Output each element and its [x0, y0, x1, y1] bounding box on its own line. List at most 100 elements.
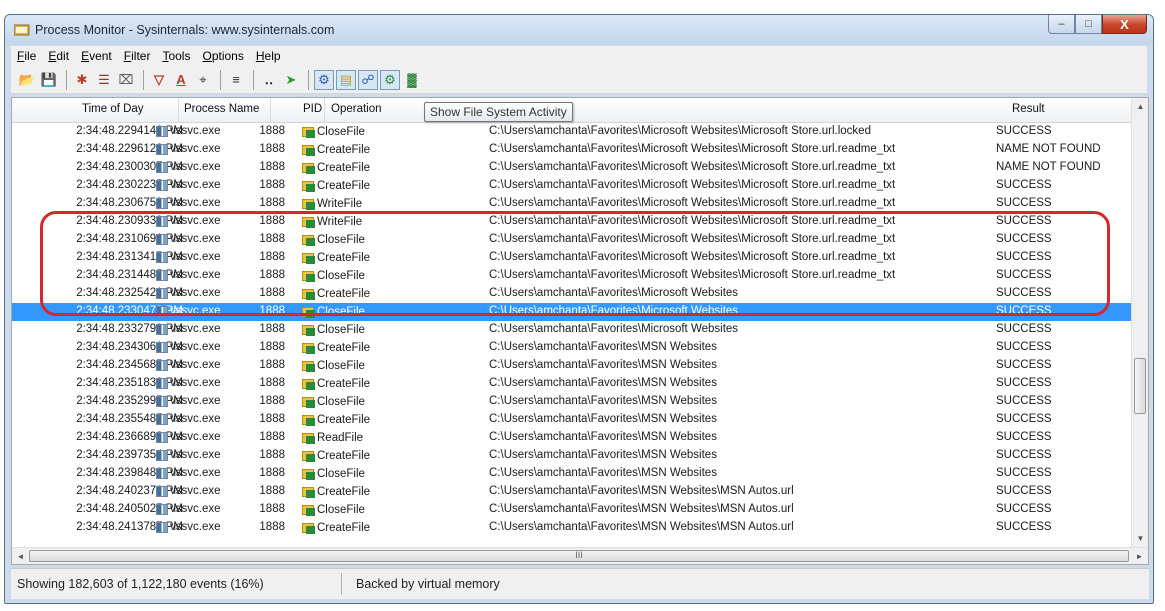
file-system-event-icon: [302, 521, 316, 535]
cell-process-name: vssvc.exe: [170, 161, 221, 173]
column-header-time[interactable]: Time of Day: [82, 103, 144, 115]
file-system-event-icon: [302, 449, 316, 463]
autoscroll-button[interactable]: ☰: [94, 70, 114, 90]
table-row[interactable]: 2:34:48.2332799 PM vssvc.exe 1888 CloseFile…: [12, 321, 1131, 339]
table-row[interactable]: 2:34:48.2300307 PM vssvc.exe 1888 CreateFil…: [12, 159, 1131, 177]
maximize-button[interactable]: □: [1075, 15, 1102, 34]
table-row[interactable]: 2:34:48.2352995 PM vssvc.exe 1888 CloseFile…: [12, 393, 1131, 411]
menu-item[interactable]: Edit: [42, 49, 75, 63]
table-row[interactable]: 2:34:48.2345685 PM vssvc.exe 1888 CloseFile…: [12, 357, 1131, 375]
scroll-up-arrow[interactable]: ▲: [1132, 98, 1148, 115]
open-button[interactable]: 📂: [17, 70, 37, 90]
save-button[interactable]: 💾: [39, 70, 59, 90]
table-row[interactable]: 2:34:48.2351833 PM vssvc.exe 1888 CreateFil…: [12, 375, 1131, 393]
column-divider[interactable]: [178, 98, 179, 122]
cell-process: vssvc.exe: [156, 215, 221, 227]
table-row[interactable]: 2:34:48.2405027 PM vssvc.exe 1888 CloseFile…: [12, 501, 1131, 519]
menu-item[interactable]: Filter: [118, 49, 157, 63]
table-row[interactable]: 2:34:48.2296120 PM vssvc.exe 1888 CreateFil…: [12, 141, 1131, 159]
cell-pid: 1888: [259, 395, 285, 407]
find-button[interactable]: ‥: [259, 70, 279, 90]
column-header-pid[interactable]: PID: [303, 103, 322, 115]
cell-path: C:\Users\amchanta\Favorites\MSN Websites: [489, 431, 717, 443]
include-process-button[interactable]: ⌖: [193, 70, 213, 90]
cell-pid: 1888: [259, 215, 285, 227]
cell-process-name: vssvc.exe: [170, 359, 221, 371]
cell-process-name: vssvc.exe: [170, 323, 221, 335]
show-profiling-events-button[interactable]: ▓: [402, 70, 422, 90]
cell-pid: 1888: [259, 485, 285, 497]
table-row[interactable]: 2:34:48.2330478 PM vssvc.exe 1888 CloseFile…: [12, 303, 1131, 321]
capture-button[interactable]: ✱: [72, 70, 92, 90]
cell-process: vssvc.exe: [156, 413, 221, 425]
menu-item[interactable]: Event: [75, 49, 118, 63]
jump-to-button[interactable]: ➤: [281, 70, 301, 90]
table-row[interactable]: 2:34:48.2302235 PM vssvc.exe 1888 CreateFil…: [12, 177, 1131, 195]
show-file-system-activity-button[interactable]: ▤: [336, 69, 356, 90]
scroll-right-arrow[interactable]: ►: [1131, 548, 1148, 564]
title-bar[interactable]: Process Monitor - Sysinternals: www.sysi…: [5, 15, 1153, 45]
up-arrow-icon: ▲: [1136, 102, 1145, 111]
cell-process: vssvc.exe: [156, 395, 221, 407]
cell-path: C:\Users\amchanta\Favorites\MSN Websites: [489, 413, 717, 425]
file-system-event-icon: [302, 359, 316, 373]
table-row[interactable]: 2:34:48.2313415 PM vssvc.exe 1888 CreateFil…: [12, 249, 1131, 267]
table-row[interactable]: 2:34:48.2397354 PM vssvc.exe 1888 CreateFil…: [12, 447, 1131, 465]
cell-operation-name: CloseFile: [317, 360, 365, 372]
cell-result: SUCCESS: [996, 467, 1052, 479]
table-row[interactable]: 2:34:48.2343061 PM vssvc.exe 1888 CreateFil…: [12, 339, 1131, 357]
horizontal-scroll-thumb[interactable]: III: [29, 550, 1129, 562]
cell-operation: CreateFile: [302, 521, 370, 535]
scroll-left-arrow[interactable]: ◄: [12, 548, 29, 564]
menu-accelerator: O: [202, 49, 212, 63]
table-row[interactable]: 2:34:48.2402376 PM vssvc.exe 1888 CreateFil…: [12, 483, 1131, 501]
table-row[interactable]: 2:34:48.2355487 PM vssvc.exe 1888 CreateFil…: [12, 411, 1131, 429]
table-row[interactable]: 2:34:48.2306759 PM vssvc.exe 1888 WriteFile…: [12, 195, 1131, 213]
file-system-event-icon: [302, 341, 316, 355]
registry-icon: ⚙: [318, 71, 330, 87]
show-network-activity-button[interactable]: ☍: [358, 69, 378, 90]
horizontal-scrollbar[interactable]: ◄ III ►: [12, 547, 1148, 564]
clear-button[interactable]: ⌧: [116, 70, 136, 90]
column-header-operation[interactable]: Operation: [331, 103, 382, 115]
cell-result: SUCCESS: [996, 395, 1052, 407]
menu-item[interactable]: Tools: [156, 49, 196, 63]
table-row[interactable]: 2:34:48.2309330 PM vssvc.exe 1888 WriteFile…: [12, 213, 1131, 231]
highlight-icon: A: [176, 72, 186, 87]
vertical-scroll-thumb[interactable]: [1134, 358, 1146, 414]
column-header-process[interactable]: Process Name: [184, 103, 259, 115]
table-row[interactable]: 2:34:48.2310691 PM vssvc.exe 1888 CloseFile…: [12, 231, 1131, 249]
column-divider[interactable]: [270, 98, 271, 122]
window-title: Process Monitor - Sysinternals: www.sysi…: [35, 23, 335, 37]
table-row[interactable]: 2:34:48.2398480 PM vssvc.exe 1888 CloseFile…: [12, 465, 1131, 483]
table-row[interactable]: 2:34:48.2294142 PM vssvc.exe 1888 CloseFile…: [12, 123, 1131, 141]
cell-process: vssvc.exe: [156, 449, 221, 461]
table-row[interactable]: 2:34:48.2325421 PM vssvc.exe 1888 CreateFil…: [12, 285, 1131, 303]
cell-operation: CloseFile: [302, 269, 365, 283]
menu-accelerator: E: [81, 49, 90, 63]
filter-button[interactable]: ▽: [149, 70, 169, 90]
menu-item[interactable]: File: [11, 49, 42, 63]
process-tree-button[interactable]: ≡: [226, 70, 246, 90]
minimize-button[interactable]: –: [1048, 15, 1075, 34]
table-row[interactable]: 2:34:48.2413787 PM vssvc.exe 1888 CreateFil…: [12, 519, 1131, 537]
vertical-scrollbar[interactable]: ▲ ▼: [1131, 98, 1148, 547]
scroll-down-arrow[interactable]: ▼: [1132, 530, 1148, 547]
cell-path: C:\Users\amchanta\Favorites\MSN Websites: [489, 467, 717, 479]
menu-item[interactable]: Options: [196, 49, 249, 63]
cell-pid: 1888: [259, 161, 285, 173]
table-row[interactable]: 2:34:48.2366898 PM vssvc.exe 1888 ReadFile C…: [12, 429, 1131, 447]
file-system-event-icon: [302, 215, 316, 229]
column-header-result[interactable]: Result: [1012, 103, 1045, 115]
table-row[interactable]: 2:34:48.2314485 PM vssvc.exe 1888 CloseFile…: [12, 267, 1131, 285]
highlight-button[interactable]: A: [171, 70, 191, 90]
cell-operation-name: CloseFile: [317, 504, 365, 516]
close-button[interactable]: X: [1102, 15, 1147, 34]
show-registry-activity-button[interactable]: ⚙: [314, 69, 334, 90]
cell-path: C:\Users\amchanta\Favorites\Microsoft We…: [489, 197, 896, 209]
show-process-activity-button[interactable]: ⚙: [380, 69, 400, 90]
column-divider[interactable]: [324, 98, 325, 122]
binoculars-icon: ‥: [264, 71, 274, 87]
process-icon: [156, 359, 168, 371]
menu-item[interactable]: Help: [250, 49, 287, 63]
